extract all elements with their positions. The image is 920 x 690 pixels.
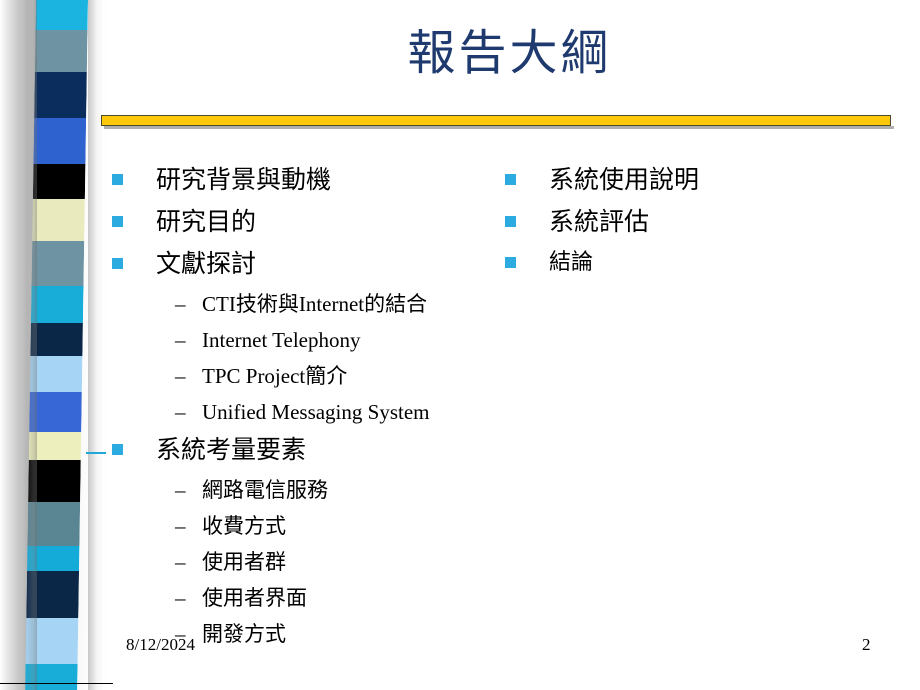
title-divider-shadow <box>104 126 894 129</box>
outline-subitem-label: 收費方式 <box>202 514 286 538</box>
outline-item-level2: – Internet Telephony <box>112 322 502 358</box>
band-shadow-right <box>88 0 104 690</box>
square-bullet-icon <box>112 258 123 269</box>
dash-bullet-icon: – <box>175 364 186 388</box>
bottom-accent-rule <box>0 683 113 684</box>
band-stripe <box>32 164 86 199</box>
slide-title: 報告大綱 <box>407 25 612 81</box>
outline-item-level1: 研究背景與動機 <box>112 160 502 200</box>
square-bullet-icon <box>505 174 516 185</box>
outline-item-label: 研究目的 <box>156 207 257 236</box>
dash-bullet-icon: – <box>175 550 186 574</box>
outline-item-level1: 系統使用說明 <box>505 160 905 200</box>
outline-subitem-label: Unified Messaging System <box>202 400 430 424</box>
outline-subitem-label: CTI技術與Internet的結合 <box>202 292 428 316</box>
outline-item-level2: – TPC Project簡介 <box>112 358 502 394</box>
outline-subitem-label: TPC Project簡介 <box>202 364 348 388</box>
band-shadow-left <box>24 0 37 690</box>
outline-subitem-label: 使用者群 <box>202 550 286 574</box>
dash-bullet-icon: – <box>175 586 186 610</box>
outline-item-level2: – Unified Messaging System <box>112 394 502 430</box>
band-stripe <box>34 30 88 72</box>
outline-subitem-label: 網路電信服務 <box>202 478 328 502</box>
outline-item-label: 結論 <box>549 250 594 275</box>
band-stripe <box>29 392 82 432</box>
outline-left-column: 研究背景與動機 研究目的 文獻探討 – CTI技術與Internet的結合 – Intern… <box>112 160 502 652</box>
band-stripe <box>30 323 83 356</box>
outline-item-label: 研究背景與動機 <box>156 165 332 194</box>
outline-item-level1: 研究目的 <box>112 202 502 242</box>
outline-subitem-label: 使用者界面 <box>202 586 307 610</box>
dash-bullet-icon: – <box>175 478 186 502</box>
presentation-slide: 報告大綱 研究背景與動機 研究目的 文獻探討 – CTI技術與Internet的結合 – I… <box>0 0 920 690</box>
outline-right-column: 系統使用說明 系統評估結論 <box>505 160 905 283</box>
outline-item-level2: – CTI技術與Internet的結合 <box>112 286 502 322</box>
band-stripe <box>31 241 85 286</box>
title-divider-bar <box>101 115 891 126</box>
decorative-left-band <box>0 0 112 690</box>
title-divider <box>101 115 894 129</box>
square-bullet-icon <box>505 257 516 268</box>
outline-item-level2: – 網路電信服務 <box>112 472 502 508</box>
dash-bullet-icon: – <box>175 400 186 424</box>
band-stripe <box>35 0 88 30</box>
footer-date: 8/12/2024 <box>126 635 195 654</box>
outline-item-label: 系統評估 <box>549 207 650 236</box>
square-bullet-icon <box>112 216 123 227</box>
outline-item-level2: – 使用者群 <box>112 544 502 580</box>
square-bullet-icon <box>505 216 516 227</box>
band-stripe <box>33 118 87 164</box>
cyan-accent-rule <box>86 452 106 454</box>
outline-item-level2: – 收費方式 <box>112 508 502 544</box>
outline-item-level1: 結論 <box>505 244 905 281</box>
band-stripe <box>30 286 84 323</box>
outline-item-level1: 文獻探討 <box>112 244 502 284</box>
outline-subitem-label: 開發方式 <box>202 622 286 646</box>
outline-subitem-label: Internet Telephony <box>202 328 361 352</box>
outline-item-label: 系統考量要素 <box>156 435 307 464</box>
dash-bullet-icon: – <box>175 514 186 538</box>
dash-bullet-icon: – <box>175 328 186 352</box>
outline-item-label: 文獻探討 <box>156 249 257 278</box>
band-stripe <box>29 356 83 392</box>
dash-bullet-icon: – <box>175 292 186 316</box>
outline-item-level2: – 使用者界面 <box>112 580 502 616</box>
footer-page-number: 2 <box>862 635 871 654</box>
square-bullet-icon <box>112 174 123 185</box>
outline-item-level1: 系統評估 <box>505 202 905 242</box>
outline-item-level1: 系統考量要素 <box>112 430 502 470</box>
square-bullet-icon <box>112 444 123 455</box>
band-stripe <box>32 199 85 241</box>
outline-item-label: 系統使用說明 <box>549 165 700 194</box>
band-stripe <box>34 72 87 118</box>
